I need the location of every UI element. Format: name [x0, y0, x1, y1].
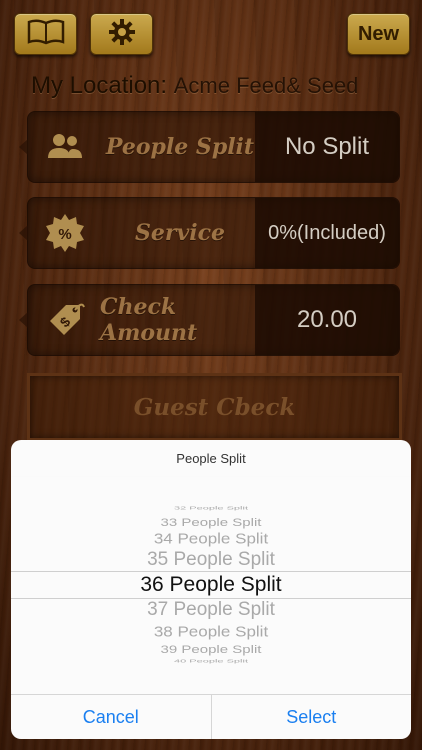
picker-option[interactable]: 33 People Split: [11, 516, 411, 529]
cancel-button[interactable]: Cancel: [11, 695, 211, 739]
picker-option-selected[interactable]: 36 People Split: [11, 573, 411, 597]
select-button[interactable]: Select: [210, 695, 412, 739]
selection-line-top: [11, 571, 411, 572]
picker-option[interactable]: 37 People Split: [11, 599, 411, 621]
picker-option[interactable]: 40 People Split: [11, 658, 411, 663]
picker-fade-top: [11, 476, 411, 504]
people-split-picker[interactable]: 32 People Split 33 People Split 34 Peopl…: [11, 476, 411, 694]
picker-option[interactable]: 34 People Split: [11, 530, 411, 548]
picker-option[interactable]: 38 People Split: [11, 623, 411, 641]
picker-option[interactable]: 32 People Split: [11, 505, 411, 510]
picker-option[interactable]: 39 People Split: [11, 643, 411, 656]
picker-option[interactable]: 35 People Split: [11, 549, 411, 571]
people-split-picker-sheet: People Split 32 People Split 33 People S…: [11, 440, 411, 739]
picker-title: People Split: [11, 440, 411, 477]
picker-actions: Cancel Select: [11, 694, 411, 739]
picker-fade-bottom: [11, 666, 411, 694]
